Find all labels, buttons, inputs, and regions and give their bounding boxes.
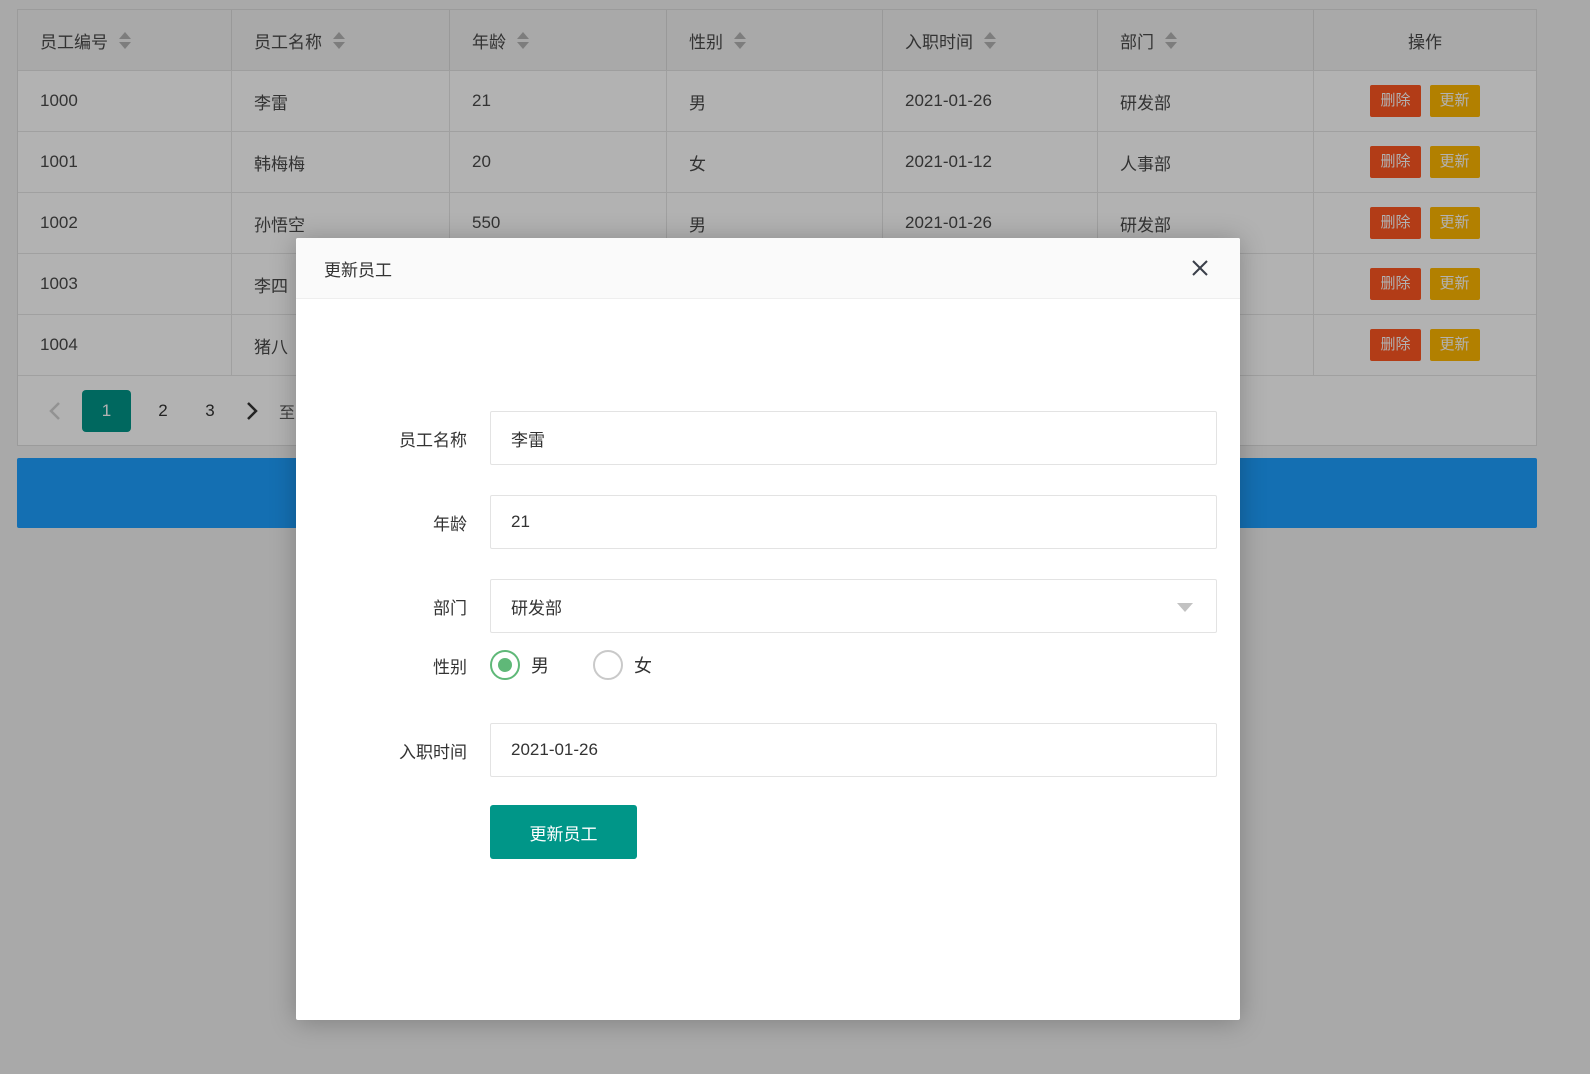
form-row-name: 员工名称 [296, 411, 1240, 465]
employee-name-input[interactable] [490, 411, 1217, 465]
gender-radio-female[interactable]: 女 [593, 650, 652, 680]
age-input[interactable] [490, 495, 1217, 549]
form-row-gender: 性别 男 女 [296, 638, 1240, 692]
form-row-age: 年龄 [296, 495, 1240, 549]
form-row-hire-date: 入职时间 [296, 723, 1240, 777]
department-select[interactable] [490, 579, 1217, 633]
age-field-label: 年龄 [433, 514, 467, 534]
modal-header: 更新员工 [296, 238, 1240, 299]
radio-unselected-icon [593, 650, 623, 680]
department-field-label: 部门 [433, 598, 467, 618]
modal-title: 更新员工 [324, 260, 392, 280]
form-row-department: 部门 [296, 579, 1240, 633]
update-employee-modal: 更新员工 员工名称 年龄 部门 性别 男 [296, 238, 1240, 1020]
gender-field-label: 性别 [433, 657, 467, 677]
submit-update-button[interactable]: 更新员工 [490, 805, 637, 859]
gender-radio-male[interactable]: 男 [490, 650, 549, 680]
hire-date-field-label: 入职时间 [399, 742, 467, 762]
radio-selected-icon [490, 650, 520, 680]
close-icon[interactable] [1188, 256, 1212, 280]
modal-body: 员工名称 年龄 部门 性别 男 女 [296, 299, 1240, 1020]
name-field-label: 员工名称 [399, 430, 467, 450]
department-select-value[interactable] [490, 579, 1217, 633]
hire-date-input[interactable] [490, 723, 1217, 777]
